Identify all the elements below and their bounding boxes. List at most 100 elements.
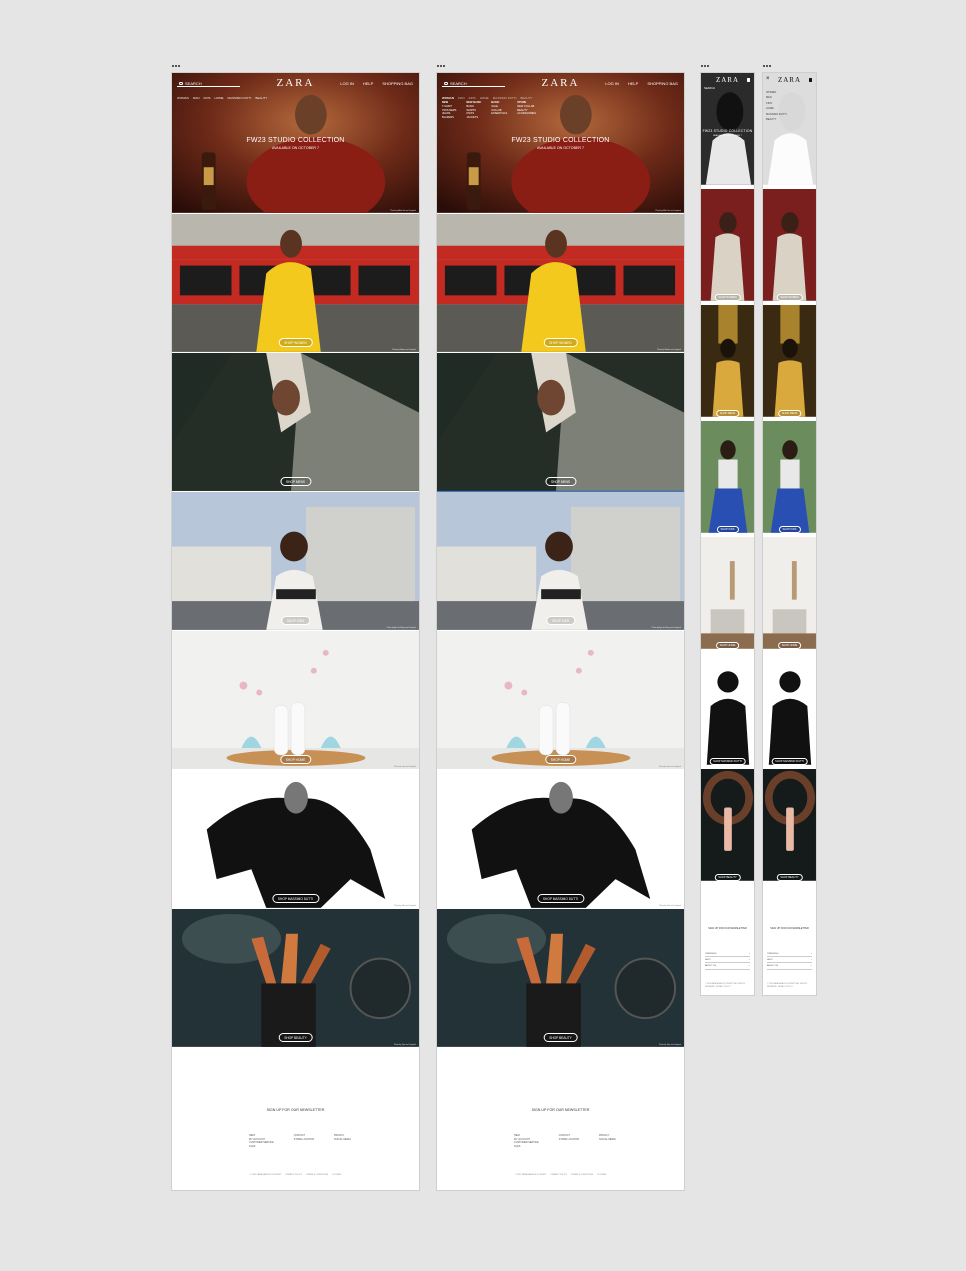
legal-link[interactable]: TERMS & CONDITIONS (306, 1174, 328, 1176)
shop-kids-button[interactable]: SHOP KIDS (280, 616, 311, 625)
shop-home-button[interactable]: SHOP HOME (544, 755, 577, 764)
nav-woman[interactable]: WOMAN (442, 96, 454, 100)
legal-link[interactable]: TERMS & CONDITIONS (571, 1174, 593, 1176)
accordion-row[interactable]: ABOUT US + (705, 963, 750, 970)
zara-logo[interactable]: ZARA (277, 77, 315, 89)
shop-beauty-button[interactable]: SHOP BEAUTY (543, 1033, 578, 1042)
nav-man[interactable]: MAN (193, 96, 200, 100)
shop-women-button[interactable]: SHOP WOMEN (278, 338, 313, 347)
shop-women-button[interactable]: SHOP WOMEN (776, 294, 803, 301)
menu-item[interactable]: JACKETS (466, 116, 481, 120)
shop-massimo-dutti-button[interactable]: SHOP MASSIMO DUTTI (271, 894, 320, 903)
shop-men-button[interactable]: SHOP MENS (544, 477, 577, 486)
site-header: SEARCH ZARA LOG IN HELP SHOPPING BAG WOM… (172, 73, 419, 103)
shop-women-button[interactable]: SHOP WOMEN (714, 294, 741, 301)
shop-men-button[interactable]: SHOP MENS (777, 410, 802, 417)
shopping-bag-link[interactable]: SHOPPING BAG (382, 81, 413, 86)
legal-link[interactable]: COOKIES (332, 1174, 341, 1176)
zara-logo[interactable]: ZARA (542, 77, 580, 89)
menu-item-beauty[interactable]: BEAUTY (766, 117, 787, 122)
nav-man[interactable]: MAN (458, 96, 465, 100)
beauty-section: SHOP BEAUTY Photo by Tyler on Unsplash (437, 909, 684, 1048)
photo-credit: Photo by Eye for Ebony on Unsplash (386, 627, 416, 629)
footer-link[interactable]: STORE LOCATOR (294, 1138, 314, 1142)
men-section[interactable]: SHOP MENS (437, 353, 684, 492)
footer-links: HELP MY ACCOUNT CUSTOMER SERVICE FAQS CONTA… (514, 1134, 616, 1148)
shopping-bag-link[interactable]: SHOPPING BAG (647, 81, 678, 86)
newsletter-heading[interactable]: SIGN UP FOR OUR NEWSLETTER (701, 927, 754, 930)
women-image (437, 214, 684, 352)
shop-kids-button[interactable]: SHOP KIDS (545, 616, 576, 625)
women-section: SHOP WOMEN Photo by Nadine on Unsplash (437, 214, 684, 353)
shop-women-button[interactable]: SHOP WOMEN (543, 338, 578, 347)
nav-beauty[interactable]: BEAUTY (255, 96, 267, 100)
close-icon[interactable]: × (766, 76, 770, 82)
massimo-dutti-image (437, 770, 684, 908)
shop-home-button[interactable]: SHOP HOME (715, 642, 740, 649)
footer-link[interactable]: STORE LOCATOR (559, 1138, 579, 1142)
help-link[interactable]: HELP (363, 81, 373, 86)
mobile-footer-list: TRENDING + HELP + ABOUT US + (767, 951, 812, 970)
search-input[interactable]: SEARCH (442, 80, 505, 87)
newsletter-heading[interactable]: SIGN UP FOR OUR NEWSLETTER (437, 1108, 684, 1112)
shop-massimo-dutti-button[interactable]: SHOP MASSIMO DUTTI (536, 894, 585, 903)
nav-home[interactable]: HOME (480, 96, 489, 100)
shop-massimo-dutti-button[interactable]: SHOP MASSIMO DUTTI (771, 758, 808, 765)
shop-kids-button[interactable]: SHOP KIDS (778, 526, 801, 533)
legal-text: © 2023 ZARA FASHION CONCEPT (514, 1174, 547, 1176)
menu-item[interactable]: BLAZERS (442, 116, 456, 120)
shop-home-button[interactable]: SHOP HOME (777, 642, 802, 649)
footer-link[interactable]: SOCIAL MEDIA (599, 1138, 616, 1142)
nav-massimo-dutti[interactable]: MASSIMO DUTTI (228, 96, 252, 100)
women-section: SHOP WOMEN Photo by Nadine on Unsplash (172, 214, 419, 353)
shopping-bag-icon[interactable] (746, 78, 750, 82)
shop-beauty-button[interactable]: SHOP BEAUTY (278, 1033, 313, 1042)
legal-link[interactable]: PRIVACY POLICY (286, 1174, 303, 1176)
home-image (437, 631, 684, 769)
shop-men-button[interactable]: SHOP MENS (279, 477, 312, 486)
footer-links: HELP MY ACCOUNT CUSTOMER SERVICE FAQS CONTA… (249, 1134, 351, 1148)
newsletter-heading[interactable]: SIGN UP FOR OUR NEWSLETTER (763, 927, 816, 930)
shop-massimo-dutti-button[interactable]: SHOP MASSIMO DUTTI (709, 758, 746, 765)
newsletter-heading[interactable]: SIGN UP FOR OUR NEWSLETTER (172, 1108, 419, 1112)
search-icon (179, 81, 183, 86)
zara-logo[interactable]: ZARA (716, 76, 739, 84)
nav-kids[interactable]: KIDS (469, 96, 476, 100)
nav-home[interactable]: HOME (215, 96, 224, 100)
mobile-women-image (701, 189, 754, 301)
shop-kids-button[interactable]: SHOP KIDS (716, 526, 739, 533)
menu-item[interactable]: ACCESSORIES (517, 112, 536, 116)
help-link[interactable]: HELP (628, 81, 638, 86)
footer-link[interactable]: FAQS (514, 1145, 539, 1149)
home-section: SHOP HOME Photo by Jana on Unsplash (172, 631, 419, 770)
shop-men-button[interactable]: SHOP MENS (715, 410, 740, 417)
site-header: SEARCH ZARA LOG IN HELP SHOPPING BAG WOM… (437, 73, 684, 119)
search-input[interactable]: SEARCH (704, 87, 715, 90)
login-link[interactable]: LOG IN (340, 81, 354, 86)
shop-beauty-button[interactable]: SHOP BEAUTY (714, 874, 741, 881)
mobile-header: ZARA SEARCH (701, 73, 754, 90)
hero-subtitle: AVAILABLE ON OCTOBER 7 (537, 146, 584, 150)
nav-woman[interactable]: WOMAN (177, 96, 189, 100)
mobile-women-image (763, 189, 816, 301)
nav-massimo-dutti[interactable]: MASSIMO DUTTI (493, 96, 517, 100)
accordion-row[interactable]: ABOUT US + (767, 963, 812, 970)
login-link[interactable]: LOG IN (605, 81, 619, 86)
kids-image (437, 492, 684, 630)
photo-credit: Photo by Nadine on Unsplash (392, 349, 416, 351)
shop-home-button[interactable]: SHOP HOME (279, 755, 312, 764)
footer-link[interactable]: SOCIAL MEDIA (334, 1138, 351, 1142)
legal-link[interactable]: PRIVACY POLICY (551, 1174, 568, 1176)
nav-kids[interactable]: KIDS (204, 96, 211, 100)
shopping-bag-icon[interactable] (808, 78, 812, 82)
footer-link[interactable]: FAQS (249, 1145, 274, 1149)
mobile-beauty-section: SHOP BEAUTY (701, 769, 754, 885)
legal-link[interactable]: COOKIES (597, 1174, 606, 1176)
mobile-footer-list: TRENDING + HELP + ABOUT US + (705, 951, 750, 970)
shop-beauty-button[interactable]: SHOP BEAUTY (776, 874, 803, 881)
nav-beauty[interactable]: BEAUTY (521, 96, 533, 100)
search-input[interactable]: SEARCH (177, 80, 240, 87)
menu-item[interactable]: ESSENTIALS (491, 112, 507, 116)
hero-text: FW23 STUDIO COLLECTION AVAILABLE ON OCTO… (701, 129, 754, 137)
zara-logo[interactable]: ZARA (778, 76, 801, 84)
